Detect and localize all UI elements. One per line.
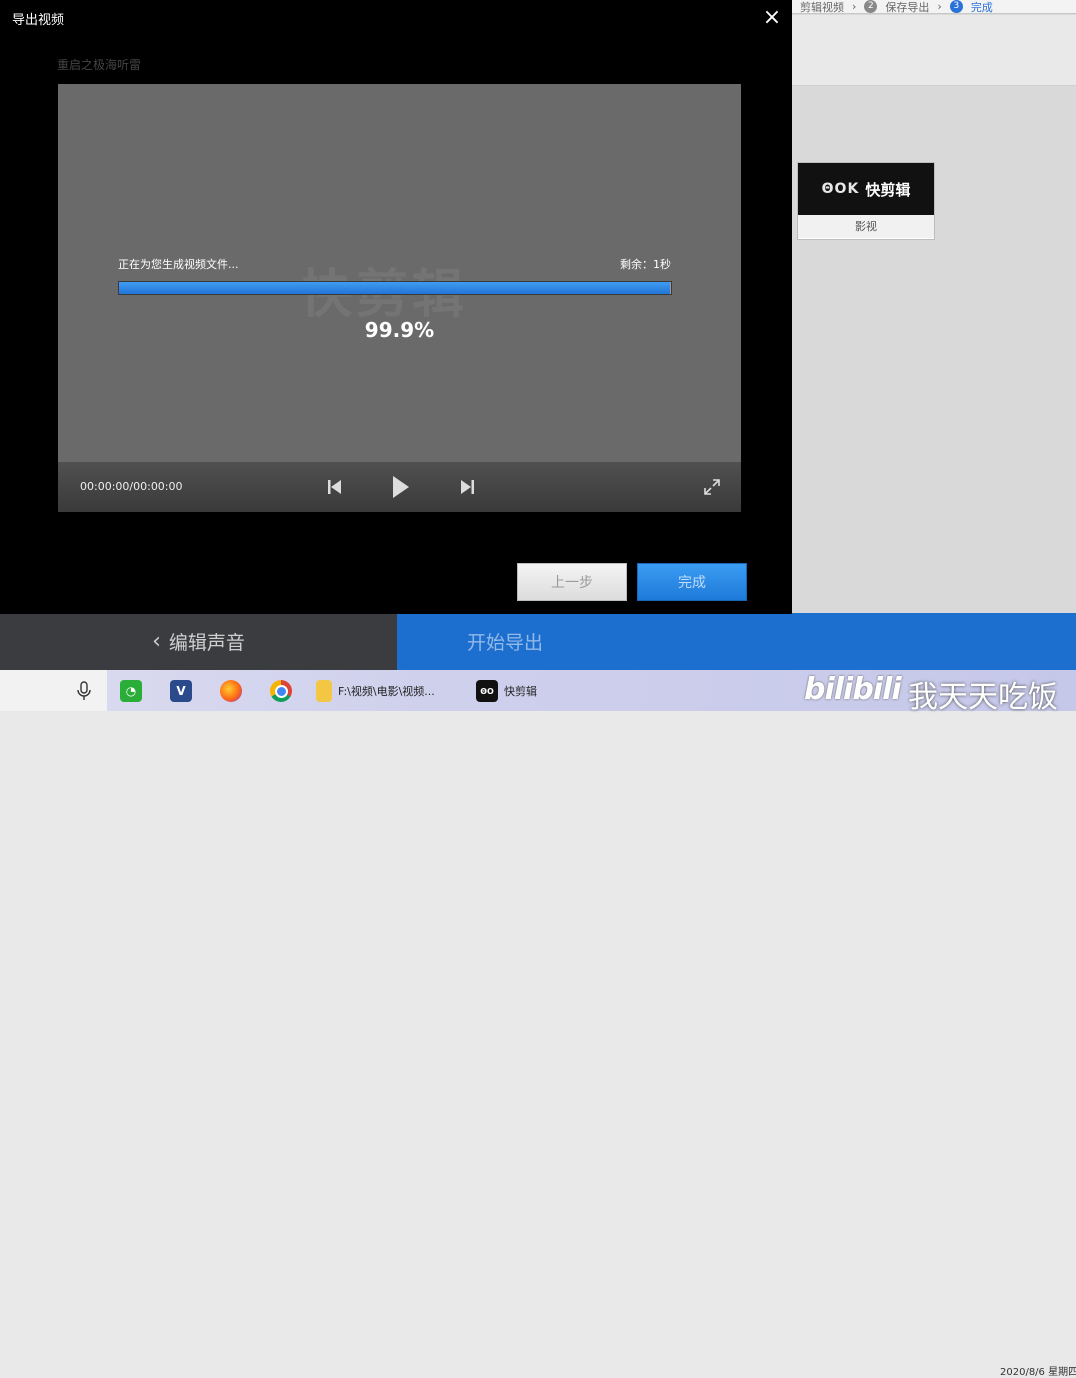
template-label: 影视 [798,215,934,238]
mic-icon[interactable] [76,678,92,704]
start-export-label: 开始导出 [467,632,544,654]
step-2-number: 2 [864,0,878,13]
kuaijianji-logo-icon: ΘOK [821,181,860,197]
bilibili-watermark: bilibili [804,672,902,707]
step-3-label: 完成 [970,0,993,14]
step-3-number: 3 [949,0,963,13]
next-frame-icon[interactable] [454,462,480,512]
player-controls: 00:00:00/00:00:00 [58,462,741,512]
progress-bar [118,281,672,295]
dialog-title: 导出视频 [12,13,65,28]
wechat-icon[interactable]: ◔ [120,678,142,704]
progress-remaining-text: 剩余：1秒 [620,258,671,271]
bottom-action-bar: ‹ 编辑声音 开始导出 [0,613,1076,670]
template-card[interactable]: ΘOK 快剪辑 影视 [797,162,935,240]
edit-audio-button[interactable]: ‹ 编辑声音 [0,613,397,670]
finish-button[interactable]: 完成 [637,563,747,601]
project-name: 重启之极海听雷 [57,58,142,72]
taskbar-folder-item[interactable]: F:\视频\电影\视频... [316,678,435,704]
kuaijianji-icon: ΘO [476,680,498,702]
visio-glyph: V [170,680,192,702]
chevron-right-icon: › [937,0,942,13]
fullscreen-icon[interactable] [698,462,726,512]
close-icon[interactable]: × [760,6,784,30]
previous-step-button[interactable]: 上一步 [517,563,627,601]
timecode: 00:00:00/00:00:00 [80,480,183,493]
visio-icon[interactable]: V [170,678,192,704]
template-thumbnail: ΘOK 快剪辑 [798,163,934,215]
step-indicator: 剪辑视频 › 2 保存导出 › 3 完成 [792,0,1076,14]
chrome-icon[interactable] [270,678,292,704]
progress-percent: 99.9% [364,318,435,342]
video-preview: 快剪辑 正在为您生成视频文件... 剩余：1秒 99.9% [58,84,741,462]
taskbar-clock-date: 2020/8/6 星期四 [1000,1367,1076,1378]
folder-path-label: F:\视频\电影\视频... [338,685,435,698]
firefox-icon[interactable] [220,678,242,704]
background-panel-header [792,15,1076,86]
step-1-label: 剪辑视频 [800,0,844,14]
edit-audio-label: 编辑声音 [168,632,245,654]
taskbar-kuaijianji-item[interactable]: ΘO 快剪辑 [476,678,537,704]
export-dialog: 导出视频 × 重启之极海听雷 快剪辑 正在为您生成视频文件... 剩余：1秒 9… [0,0,792,614]
folder-icon [316,680,332,702]
template-logo-text: 快剪辑 [865,180,911,199]
previous-frame-icon[interactable] [322,462,348,512]
kuaijianji-label: 快剪辑 [504,685,537,698]
chevron-right-icon: › [852,0,857,13]
step-2-label: 保存导出 [885,0,930,14]
progress-status-text: 正在为您生成视频文件... [118,258,239,271]
progress-bar-fill [119,282,671,294]
play-icon[interactable] [386,462,416,512]
chevron-left-icon: ‹ [152,629,161,654]
start-export-button[interactable]: 开始导出 [397,613,1076,670]
uploader-watermark: 我天天吃饭 [908,680,1058,715]
